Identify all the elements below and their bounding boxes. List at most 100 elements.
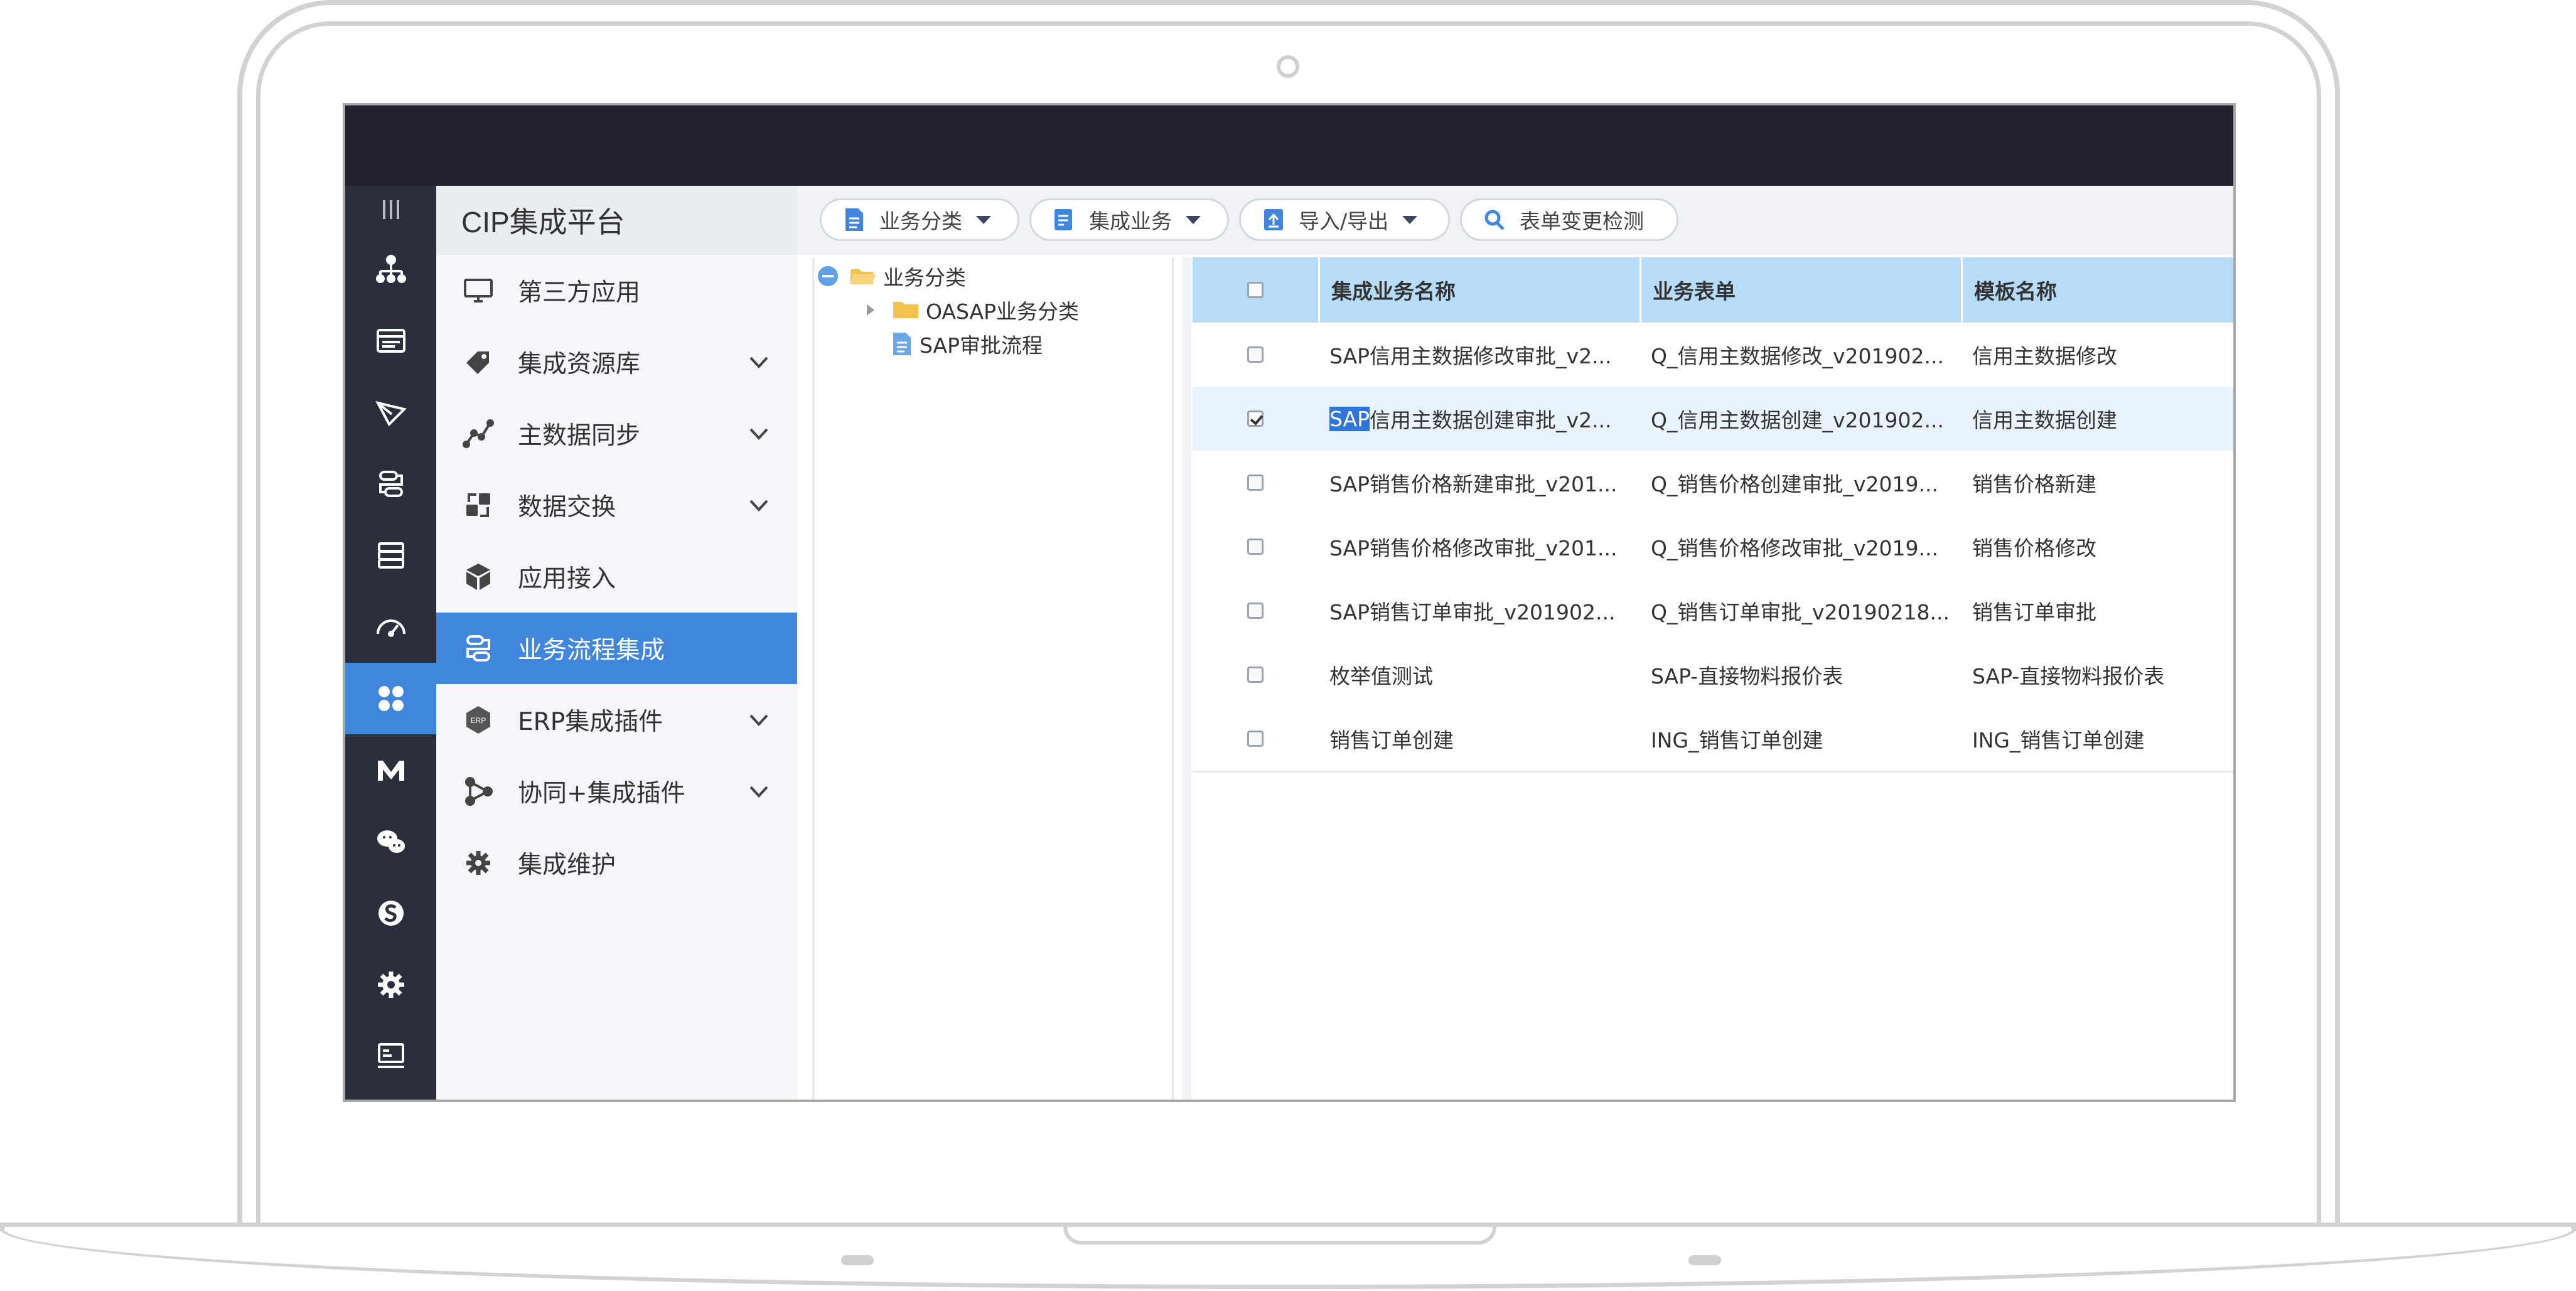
send-icon[interactable]: [345, 377, 436, 448]
org-chart-icon[interactable]: [345, 233, 436, 305]
tree-node-root[interactable]: 业务分类: [817, 260, 966, 292]
tree-node-oasap[interactable]: OASAP业务分类: [864, 294, 1079, 326]
splitter[interactable]: [1183, 257, 1191, 1100]
integration-icon[interactable]: [345, 663, 436, 734]
import-export-button-label: 导入/导出: [1299, 209, 1389, 233]
cell-template: 销售价格新建: [1972, 472, 2096, 496]
main-content: 业务分类 集成业务 导入/导出 表单变更检测 业务分类 OASAP业务分类 SA…: [797, 186, 2233, 1100]
share-icon: [460, 773, 496, 810]
laptop-foot-right: [1688, 1255, 1721, 1265]
dashboard-icon[interactable]: [345, 305, 436, 377]
cell-template: SAP-直接物料报价表: [1972, 664, 2165, 688]
top-bar: [345, 105, 2233, 186]
header-name[interactable]: 集成业务名称: [1318, 257, 1640, 323]
gauge-icon[interactable]: [345, 591, 436, 663]
table-row[interactable]: SAP信用主数据修改审批_v2... Q_信用主数据修改_v201902... …: [1193, 323, 2233, 388]
row-checkbox[interactable]: [1247, 603, 1264, 619]
tree-node-sap-approval[interactable]: SAP审批流程: [891, 328, 1043, 360]
chevron-down-icon[interactable]: [747, 779, 771, 803]
cell-name: SAP销售价格新建审批_v201...: [1329, 472, 1618, 496]
row-checkbox[interactable]: [1247, 667, 1264, 683]
row-checkbox-cell: [1193, 707, 1318, 771]
integration-dropdown-button[interactable]: 集成业务: [1029, 198, 1229, 241]
gear-icon: [460, 845, 496, 881]
cell-form: ING_销售订单创建: [1651, 728, 1823, 753]
m-logo-icon[interactable]: [345, 734, 436, 806]
menu-toggle-icon[interactable]: [345, 186, 436, 233]
form-check-button-label: 表单变更检测: [1520, 209, 1644, 233]
nav-item-label: 第三方应用: [518, 279, 641, 307]
database-icon[interactable]: [345, 520, 436, 591]
nav-item-label: 业务流程集成: [518, 636, 665, 665]
header-form[interactable]: 业务表单: [1640, 257, 1961, 323]
platform-title: CIP集成平台: [436, 186, 797, 255]
form-change-check-button[interactable]: 表单变更检测: [1460, 198, 1678, 241]
category-dropdown-button[interactable]: 业务分类: [820, 198, 1019, 241]
nav-item-collab-plugin[interactable]: 协同+集成插件: [436, 756, 797, 827]
nav-item-app-access[interactable]: 应用接入: [436, 541, 797, 613]
monitor-icon: [460, 272, 496, 309]
row-checkbox[interactable]: [1247, 346, 1264, 363]
row-checkbox-cell: [1193, 579, 1318, 643]
cell-form: Q_销售订单审批_v20190218...: [1651, 600, 1950, 624]
s-logo-icon[interactable]: [345, 877, 436, 949]
row-checkbox-cell: [1193, 515, 1318, 579]
cell-template: 信用主数据修改: [1972, 344, 2117, 368]
import-export-dropdown-button[interactable]: 导入/导出: [1239, 198, 1450, 241]
table-row-selected[interactable]: SAP 信用主数据创建审批_v2... Q_信用主数据创建_v201902... …: [1193, 387, 2233, 453]
row-checkbox[interactable]: [1247, 474, 1264, 491]
tree-root-label: 业务分类: [883, 265, 966, 290]
nav-panel: CIP集成平台 第三方应用 集成资源库 主数据同步 数据交换 应用接入 业务流程…: [436, 186, 797, 1100]
caret-down-icon: [976, 215, 991, 224]
nav-item-label: 数据交换: [518, 493, 616, 522]
table-row[interactable]: 枚举值测试 SAP-直接物料报价表 SAP-直接物料报价表: [1193, 643, 2233, 709]
cell-template: ING_销售订单创建: [1972, 728, 2145, 753]
chevron-down-icon[interactable]: [747, 493, 771, 517]
select-all-cell: [1193, 257, 1318, 323]
cell-form: Q_销售价格修改审批_v2019...: [1651, 536, 1938, 560]
cell-template: 信用主数据创建: [1972, 408, 2117, 432]
chevron-down-icon[interactable]: [747, 708, 771, 732]
wechat-icon[interactable]: [345, 806, 436, 877]
flow-icon[interactable]: [345, 448, 436, 520]
row-checkbox[interactable]: [1247, 538, 1264, 555]
collapse-icon[interactable]: [817, 265, 839, 287]
tag-icon: [460, 344, 496, 380]
table-row[interactable]: 销售订单创建 ING_销售订单创建 ING_销售订单创建: [1193, 707, 2233, 773]
svg-text:ERP: ERP: [471, 716, 486, 725]
chevron-down-icon[interactable]: [747, 422, 771, 446]
header-template[interactable]: 模板名称: [1961, 257, 2233, 323]
row-checkbox-checked[interactable]: [1247, 410, 1264, 427]
nav-item-maintenance[interactable]: 集成维护: [436, 827, 797, 899]
erp-icon: ERP: [460, 702, 496, 738]
text-selection: SAP: [1329, 406, 1370, 431]
table-row[interactable]: SAP销售价格修改审批_v201... Q_销售价格修改审批_v2019... …: [1193, 515, 2233, 581]
exchange-icon: [460, 487, 496, 523]
cell-template: 销售价格修改: [1972, 536, 2096, 560]
select-all-checkbox[interactable]: [1247, 282, 1264, 298]
table-row[interactable]: SAP销售价格新建审批_v201... Q_销售价格创建审批_v2019... …: [1193, 451, 2233, 517]
nav-item-resource-library[interactable]: 集成资源库: [436, 326, 797, 398]
nav-item-master-data-sync[interactable]: 主数据同步: [436, 398, 797, 469]
cell-form: SAP-直接物料报价表: [1651, 664, 1843, 688]
nav-item-third-party-apps[interactable]: 第三方应用: [436, 255, 797, 326]
table-row[interactable]: SAP销售订单审批_v201902... Q_销售订单审批_v20190218.…: [1193, 579, 2233, 645]
settings-gear-icon[interactable]: [345, 949, 436, 1020]
nav-item-label: ERP集成插件: [518, 708, 663, 736]
nav-item-label: 集成资源库: [518, 350, 641, 378]
icon-rail: [345, 186, 436, 1100]
expand-arrow-icon[interactable]: [864, 303, 877, 318]
cell-name: SAP销售价格修改审批_v201...: [1329, 536, 1618, 560]
nav-item-erp-plugin[interactable]: ERP ERP集成插件: [436, 684, 797, 756]
nav-item-data-exchange[interactable]: 数据交换: [436, 469, 797, 541]
app-window: CIP集成平台 第三方应用 集成资源库 主数据同步 数据交换 应用接入 业务流程…: [343, 103, 2236, 1102]
cell-form: Q_信用主数据修改_v201902...: [1651, 344, 1944, 368]
row-checkbox-cell: [1193, 451, 1318, 515]
nav-item-business-process[interactable]: 业务流程集成: [436, 613, 797, 684]
chevron-down-icon[interactable]: [747, 350, 771, 374]
terminal-icon[interactable]: [345, 1020, 436, 1092]
nav-item-label: 应用接入: [518, 565, 616, 593]
row-checkbox[interactable]: [1247, 731, 1264, 747]
row-checkbox-cell: [1193, 387, 1318, 451]
cell-name-rest: 信用主数据创建审批_v2...: [1370, 408, 1612, 432]
